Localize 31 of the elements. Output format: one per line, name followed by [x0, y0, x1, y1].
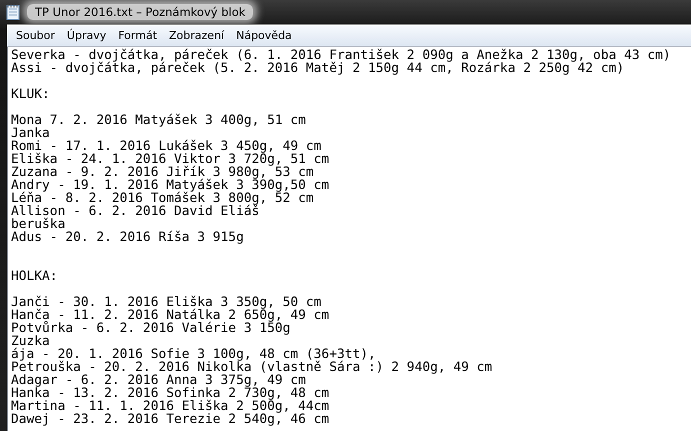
- text-line: Mona 7. 2. 2016 Matyášek 3 400g, 51 cm: [11, 114, 307, 127]
- text-line: Zuzka: [11, 335, 51, 348]
- text-line: Petrouška - 20. 2. 2016 Nikolka (vlastně Sára :) 2 940g, 49 cm: [11, 361, 494, 374]
- menu-item[interactable]: Soubor: [10, 29, 61, 42]
- text-line: Hanča - 11. 2. 2016 Natálka 2 650g, 49 cm: [11, 309, 330, 322]
- text-line: Léňa - 8. 2. 2016 Tomášek 3 800g, 52 cm: [11, 192, 315, 205]
- menu-item[interactable]: Nápověda: [230, 29, 298, 42]
- text-line: Assi - dvojčátka, páreček (5. 2. 2016 Matěj 2 150g 44 cm, Rozárka 2 250g 42 cm): [11, 62, 626, 75]
- text-line: Dawej - 23. 2. 2016 Terezie 2 540g, 46 cm: [11, 413, 330, 426]
- text-line: Janka: [11, 127, 51, 140]
- menu-item[interactable]: Zobrazení: [163, 29, 230, 42]
- window-title: TP Unor 2016.txt – Poznámkový blok: [27, 4, 254, 20]
- text-line: Adus - 20. 2. 2016 Ríša 3 915g: [11, 231, 245, 244]
- menu-item[interactable]: Úpravy: [60, 29, 112, 42]
- text-line: Zuzana - 9. 2. 2016 Jiřík 3 980g, 53 cm: [11, 166, 315, 179]
- text-line: Hanka - 13. 2. 2016 Sofinka 2 730g, 48 cm: [11, 387, 330, 400]
- text-line: Allison - 6. 2. 2016 David Eliáš: [11, 205, 260, 218]
- menu-item[interactable]: Formát: [112, 29, 164, 42]
- text-line: Romi - 17. 1. 2016 Lukášek 3 450g, 49 cm: [11, 140, 322, 153]
- text-line: HOLKA:: [11, 270, 59, 283]
- text-line: Adagar - 6. 2. 2016 Anna 3 375g, 49 cm: [11, 374, 307, 387]
- notepad-icon: [5, 4, 21, 20]
- text-line: beruška: [11, 218, 66, 231]
- text-line: Potvůrka - 6. 2. 2016 Valérie 3 150g: [11, 322, 292, 335]
- text-line: ája - 20. 1. 2016 Sofie 3 100g, 48 cm (36+3tt),: [11, 348, 376, 361]
- text-line: Eliška - 24. 1. 2016 Viktor 3 720g, 51 cm: [11, 153, 330, 166]
- text-line: KLUK:: [11, 88, 51, 101]
- text-line: Martina - 11. 1. 2016 Eliška 2 500g, 44cm: [11, 400, 330, 413]
- text-line: Janči - 30. 1. 2016 Eliška 3 350g, 50 cm: [11, 296, 322, 309]
- text-line: Severka - dvojčátka, páreček (6. 1. 2016 František 2 090g a Anežka 2 130g, oba 43 cm): [11, 49, 672, 62]
- text-line: Andry - 19. 1. 2016 Matyášek 3 390g,50 cm: [11, 179, 330, 192]
